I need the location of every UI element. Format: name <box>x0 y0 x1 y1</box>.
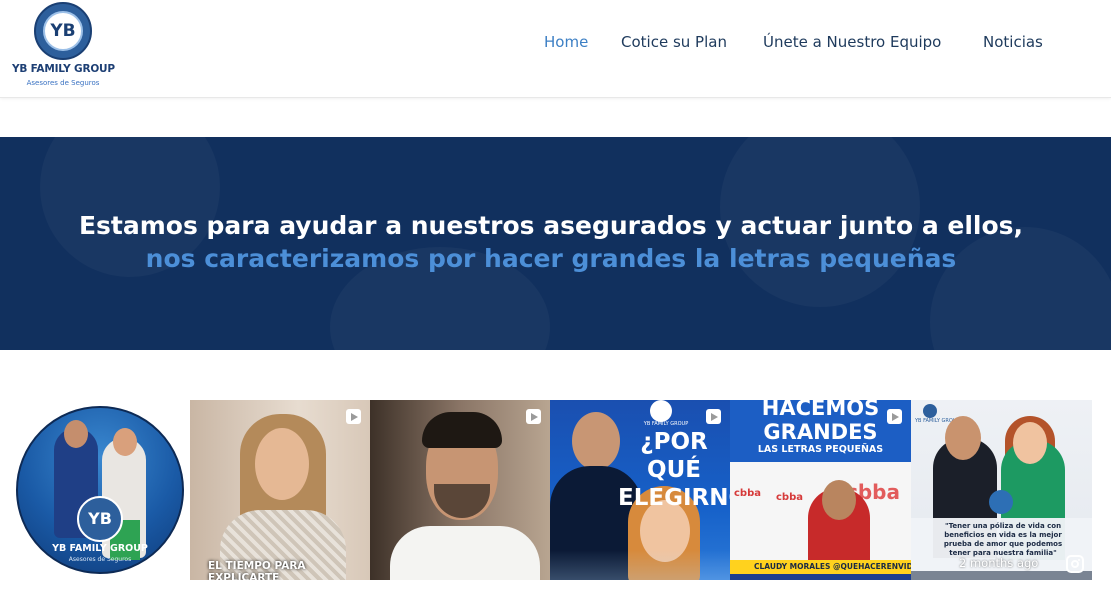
hero-banner: Estamos para ayudar a nuestros asegurado… <box>0 137 1111 350</box>
nav-item-noticias[interactable]: Noticias <box>983 33 1043 51</box>
speech-bubble-icon <box>989 490 1013 514</box>
instagram-post[interactable] <box>370 400 550 580</box>
post-photo-hair <box>422 412 502 448</box>
video-reel-icon <box>526 409 541 424</box>
lower-third-name: CLAUDY MORALES @QUEHACERENVIDA <box>730 560 911 574</box>
video-reel-icon <box>887 409 902 424</box>
avatar-brand-name: YB FAMILY GROUP <box>52 543 148 554</box>
nav-item-unete-equipo[interactable]: Únete a Nuestro Equipo <box>763 33 941 51</box>
post-photo-wave <box>550 550 730 580</box>
instagram-post[interactable]: YB FAMILY GROUP "Tener una póliza de vid… <box>911 400 1092 580</box>
nav-item-home[interactable]: Home <box>544 33 588 51</box>
post-photo-face <box>255 428 309 500</box>
avatar-man-head <box>64 420 88 448</box>
hero-heading: Estamos para ayudar a nuestros asegurado… <box>78 211 1024 240</box>
hero-subheading: nos caracterizamos por hacer grandes la … <box>145 244 957 273</box>
post-photo-body <box>390 526 540 580</box>
instagram-post[interactable]: HACEMOS GRANDES LAS LETRAS PEQUEÑAS cbba… <box>730 400 911 580</box>
instagram-post[interactable]: EL TIEMPO PARA EXPLICARTE DETENIDAMENTE <box>190 400 370 580</box>
post-headline: HACEMOS <box>761 400 880 420</box>
studio-logo: cbba <box>734 488 761 499</box>
post-headline: GRANDES <box>763 420 878 444</box>
post-photo-face <box>945 416 981 460</box>
post-logo-icon <box>650 400 672 422</box>
post-headline-banner: HACEMOS GRANDES LAS LETRAS PEQUEÑAS <box>730 400 911 462</box>
logo-brand-name: YB FAMILY GROUP <box>12 63 115 75</box>
post-footer-bar <box>911 571 1092 580</box>
post-quote: "Tener una póliza de vida con beneficios… <box>943 522 1063 557</box>
post-photo-face <box>572 412 620 470</box>
post-subheadline: LAS LETRAS PEQUEÑAS <box>757 444 884 455</box>
instagram-post[interactable]: YB FAMILY GROUP ¿POR QUÉ ELEGIRNOS? <box>550 400 730 580</box>
post-logo-text: YB FAMILY GROUP <box>643 421 689 427</box>
instagram-profile-avatar[interactable]: YB YB FAMILY GROUP Asesores de Seguros <box>16 406 184 574</box>
site-header: YB YB FAMILY GROUP Asesores de Seguros H… <box>0 0 1111 98</box>
nav-item-cotice-su-plan[interactable]: Cotice su Plan <box>621 33 727 51</box>
logo-tagline: Asesores de Seguros <box>26 79 100 87</box>
post-photo-face <box>1013 422 1047 464</box>
avatar-tagline: Asesores de Seguros <box>68 556 132 563</box>
avatar-logo: YB <box>77 496 123 542</box>
main-nav: Home Cotice su Plan Únete a Nuestro Equi… <box>0 33 1111 53</box>
post-time-ago: 2 months ago <box>959 556 1039 570</box>
post-caption-overlay: EL TIEMPO PARA EXPLICARTE DETENIDAMENTE <box>208 560 306 580</box>
post-caption-overlay: ¿POR QUÉ ELEGIRNOS? <box>618 429 730 511</box>
post-logo-icon <box>923 404 937 418</box>
post-photo-face <box>822 480 856 520</box>
video-reel-icon <box>346 409 361 424</box>
video-reel-icon <box>706 409 721 424</box>
instagram-icon[interactable] <box>1066 555 1084 573</box>
lower-third-bar <box>730 574 911 580</box>
avatar-woman-head <box>113 428 137 456</box>
studio-logo: cbba <box>776 492 803 503</box>
